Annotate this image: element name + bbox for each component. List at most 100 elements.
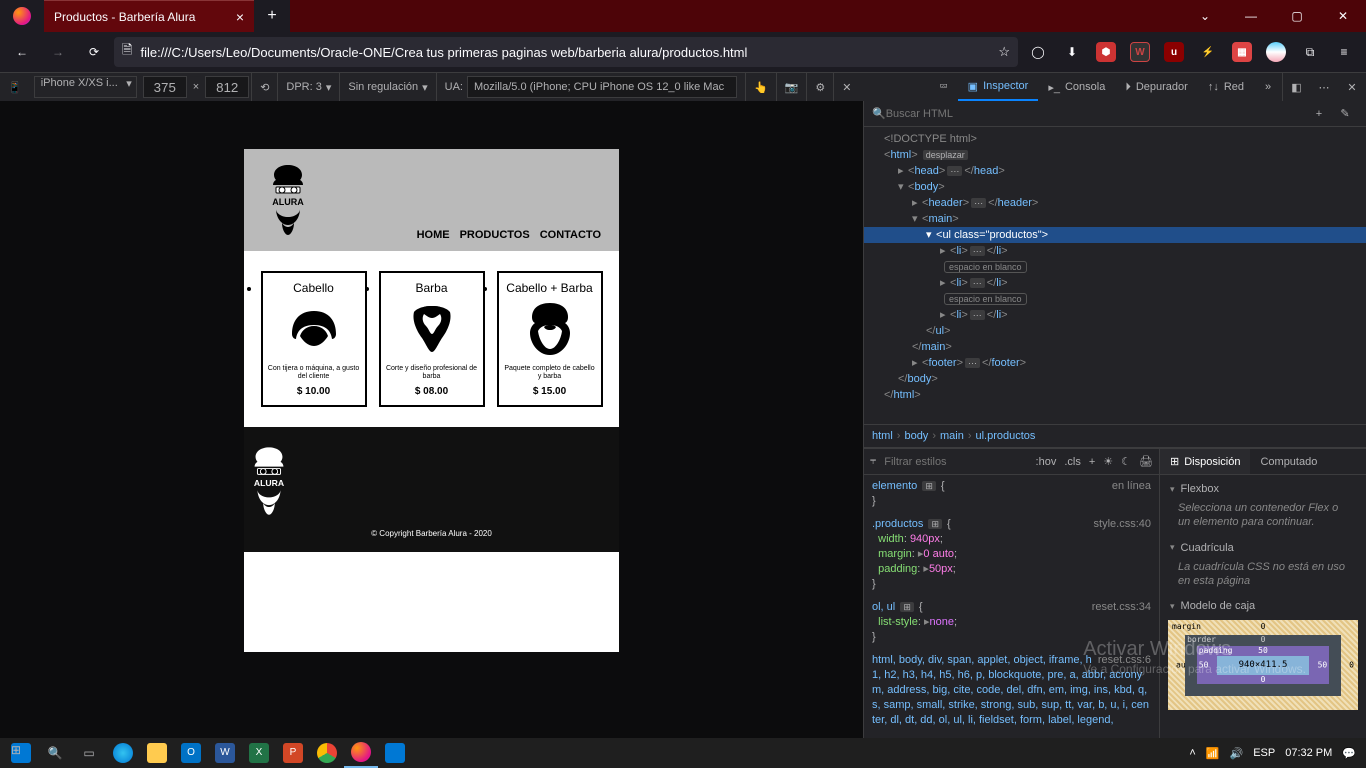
breadcrumbs[interactable]: html› body› main› ul.productos bbox=[864, 424, 1366, 448]
browser-tab[interactable]: Productos - Barbería Alura × bbox=[44, 0, 254, 32]
tb-excel-icon[interactable]: X bbox=[242, 738, 276, 768]
dom-line[interactable]: <html> desplazar bbox=[864, 147, 1366, 163]
dom-line[interactable]: </ul> bbox=[864, 323, 1366, 339]
dom-line[interactable]: ▸<footer>⋯</footer> bbox=[864, 355, 1366, 371]
save-pocket-icon[interactable]: ◯ bbox=[1022, 36, 1054, 68]
eyedropper-icon[interactable]: ✎ bbox=[1332, 107, 1358, 120]
back-button[interactable]: ← bbox=[6, 36, 38, 68]
tb-chrome-icon[interactable] bbox=[310, 738, 344, 768]
tb-explorer-icon[interactable] bbox=[140, 738, 174, 768]
ext-icon-4[interactable]: ⚡ bbox=[1192, 36, 1224, 68]
tabs-dropdown-icon[interactable]: ⌄ bbox=[1182, 0, 1228, 32]
extensions-icon[interactable]: ⧉ bbox=[1294, 36, 1326, 68]
touch-toggle[interactable]: 👆 bbox=[745, 73, 776, 101]
search-button[interactable]: 🔍 bbox=[38, 738, 72, 768]
devtools-close-icon[interactable]: ✕ bbox=[1338, 73, 1366, 101]
nav-productos[interactable]: PRODUCTOS bbox=[460, 229, 530, 241]
screenshot-button[interactable]: 📷 bbox=[776, 73, 807, 101]
computed-tab[interactable]: Computado bbox=[1250, 449, 1327, 474]
ext-icon-1[interactable]: ⬢ bbox=[1090, 36, 1122, 68]
reload-button[interactable]: ⟳ bbox=[78, 36, 110, 68]
light-scheme-icon[interactable]: ☀ bbox=[1103, 455, 1113, 468]
forward-button[interactable]: → bbox=[42, 36, 74, 68]
ext-icon-3[interactable]: u bbox=[1158, 36, 1190, 68]
more-tabs-icon[interactable]: » bbox=[1254, 73, 1282, 101]
dom-line-selected[interactable]: ▾<ul class="productos"> bbox=[864, 227, 1366, 243]
task-view-button[interactable]: ▭ bbox=[72, 738, 106, 768]
ua-input[interactable] bbox=[467, 76, 737, 98]
close-icon[interactable]: × bbox=[236, 9, 244, 25]
downloads-icon[interactable]: ⬇ bbox=[1056, 36, 1088, 68]
dom-line[interactable]: </body> bbox=[864, 371, 1366, 387]
print-media-icon[interactable]: 🖨 bbox=[1139, 455, 1153, 468]
flexbox-section[interactable]: Flexbox bbox=[1160, 479, 1366, 499]
inspector-tab[interactable]: ▣ Inspector bbox=[958, 73, 1039, 101]
tb-vscode-icon[interactable] bbox=[378, 738, 412, 768]
tb-powerpoint-icon[interactable]: P bbox=[276, 738, 310, 768]
new-tab-button[interactable]: + bbox=[254, 0, 290, 32]
window-close-button[interactable]: ✕ bbox=[1320, 0, 1366, 32]
crumb[interactable]: html bbox=[872, 430, 893, 442]
ext-icon-5[interactable]: ▦ bbox=[1226, 36, 1258, 68]
dom-tree[interactable]: <!DOCTYPE html> <html> desplazar ▸<head>… bbox=[864, 127, 1366, 424]
device-select[interactable]: iPhone X/XS i... ▾ bbox=[34, 76, 137, 98]
dom-line[interactable]: ▾<main> bbox=[864, 211, 1366, 227]
cls-toggle[interactable]: .cls bbox=[1064, 456, 1081, 468]
dom-line[interactable]: ▸<head>⋯</head> bbox=[864, 163, 1366, 179]
ext-icon-2[interactable]: W bbox=[1124, 36, 1156, 68]
viewport-height-input[interactable] bbox=[205, 76, 249, 98]
tray-time[interactable]: 07:32 PM bbox=[1285, 747, 1332, 759]
start-button[interactable]: ⊞ bbox=[4, 738, 38, 768]
dom-line[interactable]: ▾<body> bbox=[864, 179, 1366, 195]
layout-tab[interactable]: ⊞ Disposición bbox=[1160, 449, 1250, 474]
throttle-select[interactable]: Sin regulación ▾ bbox=[339, 73, 435, 101]
rdm-settings-icon[interactable]: ⚙ bbox=[806, 73, 833, 101]
tray-lang[interactable]: ESP bbox=[1253, 747, 1275, 759]
tray-volume-icon[interactable]: 🔊 bbox=[1229, 747, 1243, 760]
dock-side-icon[interactable]: ◧ bbox=[1282, 73, 1310, 101]
hov-toggle[interactable]: :hov bbox=[1036, 456, 1057, 468]
pick-element-icon[interactable]: ⮹ bbox=[930, 73, 958, 101]
tray-notifications-icon[interactable]: 💬 bbox=[1342, 747, 1356, 760]
account-icon[interactable] bbox=[1260, 36, 1292, 68]
url-bar[interactable]: 🗎 file:///C:/Users/Leo/Documents/Oracle-… bbox=[114, 37, 1018, 67]
dom-line[interactable]: </html> bbox=[864, 387, 1366, 403]
devtools-menu-icon[interactable]: ⋯ bbox=[1310, 73, 1338, 101]
rotate-button[interactable]: ⟲ bbox=[251, 73, 277, 101]
nav-contacto[interactable]: CONTACTO bbox=[540, 229, 601, 241]
add-node-icon[interactable]: + bbox=[1306, 108, 1332, 120]
console-tab[interactable]: ▸_ Consola bbox=[1038, 73, 1115, 101]
viewport-width-input[interactable] bbox=[143, 76, 187, 98]
dom-line[interactable]: ▸<li>⋯</li> bbox=[864, 307, 1366, 323]
nav-home[interactable]: HOME bbox=[417, 229, 450, 241]
grid-section[interactable]: Cuadrícula bbox=[1160, 538, 1366, 558]
dom-line[interactable]: </main> bbox=[864, 339, 1366, 355]
network-tab[interactable]: ↑↓ Red bbox=[1198, 73, 1254, 101]
crumb[interactable]: ul.productos bbox=[976, 430, 1036, 442]
dark-scheme-icon[interactable]: ☾ bbox=[1121, 455, 1131, 468]
add-rule-icon[interactable]: + bbox=[1089, 456, 1095, 468]
tb-outlook-icon[interactable]: O bbox=[174, 738, 208, 768]
filter-styles-input[interactable] bbox=[884, 456, 964, 468]
tb-firefox-icon[interactable] bbox=[344, 738, 378, 768]
tray-wifi-icon[interactable]: 📶 bbox=[1206, 747, 1220, 760]
tray-chevron-icon[interactable]: ˄ bbox=[1189, 747, 1195, 759]
dom-line[interactable]: <!DOCTYPE html> bbox=[864, 131, 1366, 147]
tb-edge-icon[interactable] bbox=[106, 738, 140, 768]
rules-body[interactable]: en línea elemento ⊞ {} style.css:40 .pro… bbox=[864, 475, 1159, 738]
bookmark-star-icon[interactable]: ☆ bbox=[998, 44, 1010, 60]
crumb[interactable]: main bbox=[940, 430, 964, 442]
menu-icon[interactable]: ≡ bbox=[1328, 36, 1360, 68]
maximize-button[interactable]: ▢ bbox=[1274, 0, 1320, 32]
dom-line[interactable]: ▸<li>⋯</li> bbox=[864, 243, 1366, 259]
box-model[interactable]: margin 0 auto 0 border 0 padding 50 50 bbox=[1168, 620, 1358, 710]
dom-line[interactable]: ▸<li>⋯</li> bbox=[864, 275, 1366, 291]
boxmodel-section[interactable]: Modelo de caja bbox=[1160, 596, 1366, 616]
dom-line[interactable]: ▸<header>⋯</header> bbox=[864, 195, 1366, 211]
dom-search-input[interactable] bbox=[886, 108, 1306, 120]
crumb[interactable]: body bbox=[904, 430, 928, 442]
dpr-select[interactable]: DPR: 3 ▾ bbox=[277, 73, 339, 101]
windows-taskbar[interactable]: ⊞ 🔍 ▭ O W X P ˄ 📶 🔊 ESP 07:32 PM 💬 bbox=[0, 738, 1366, 768]
rdm-close-button[interactable]: ✕ bbox=[833, 73, 859, 101]
tb-word-icon[interactable]: W bbox=[208, 738, 242, 768]
